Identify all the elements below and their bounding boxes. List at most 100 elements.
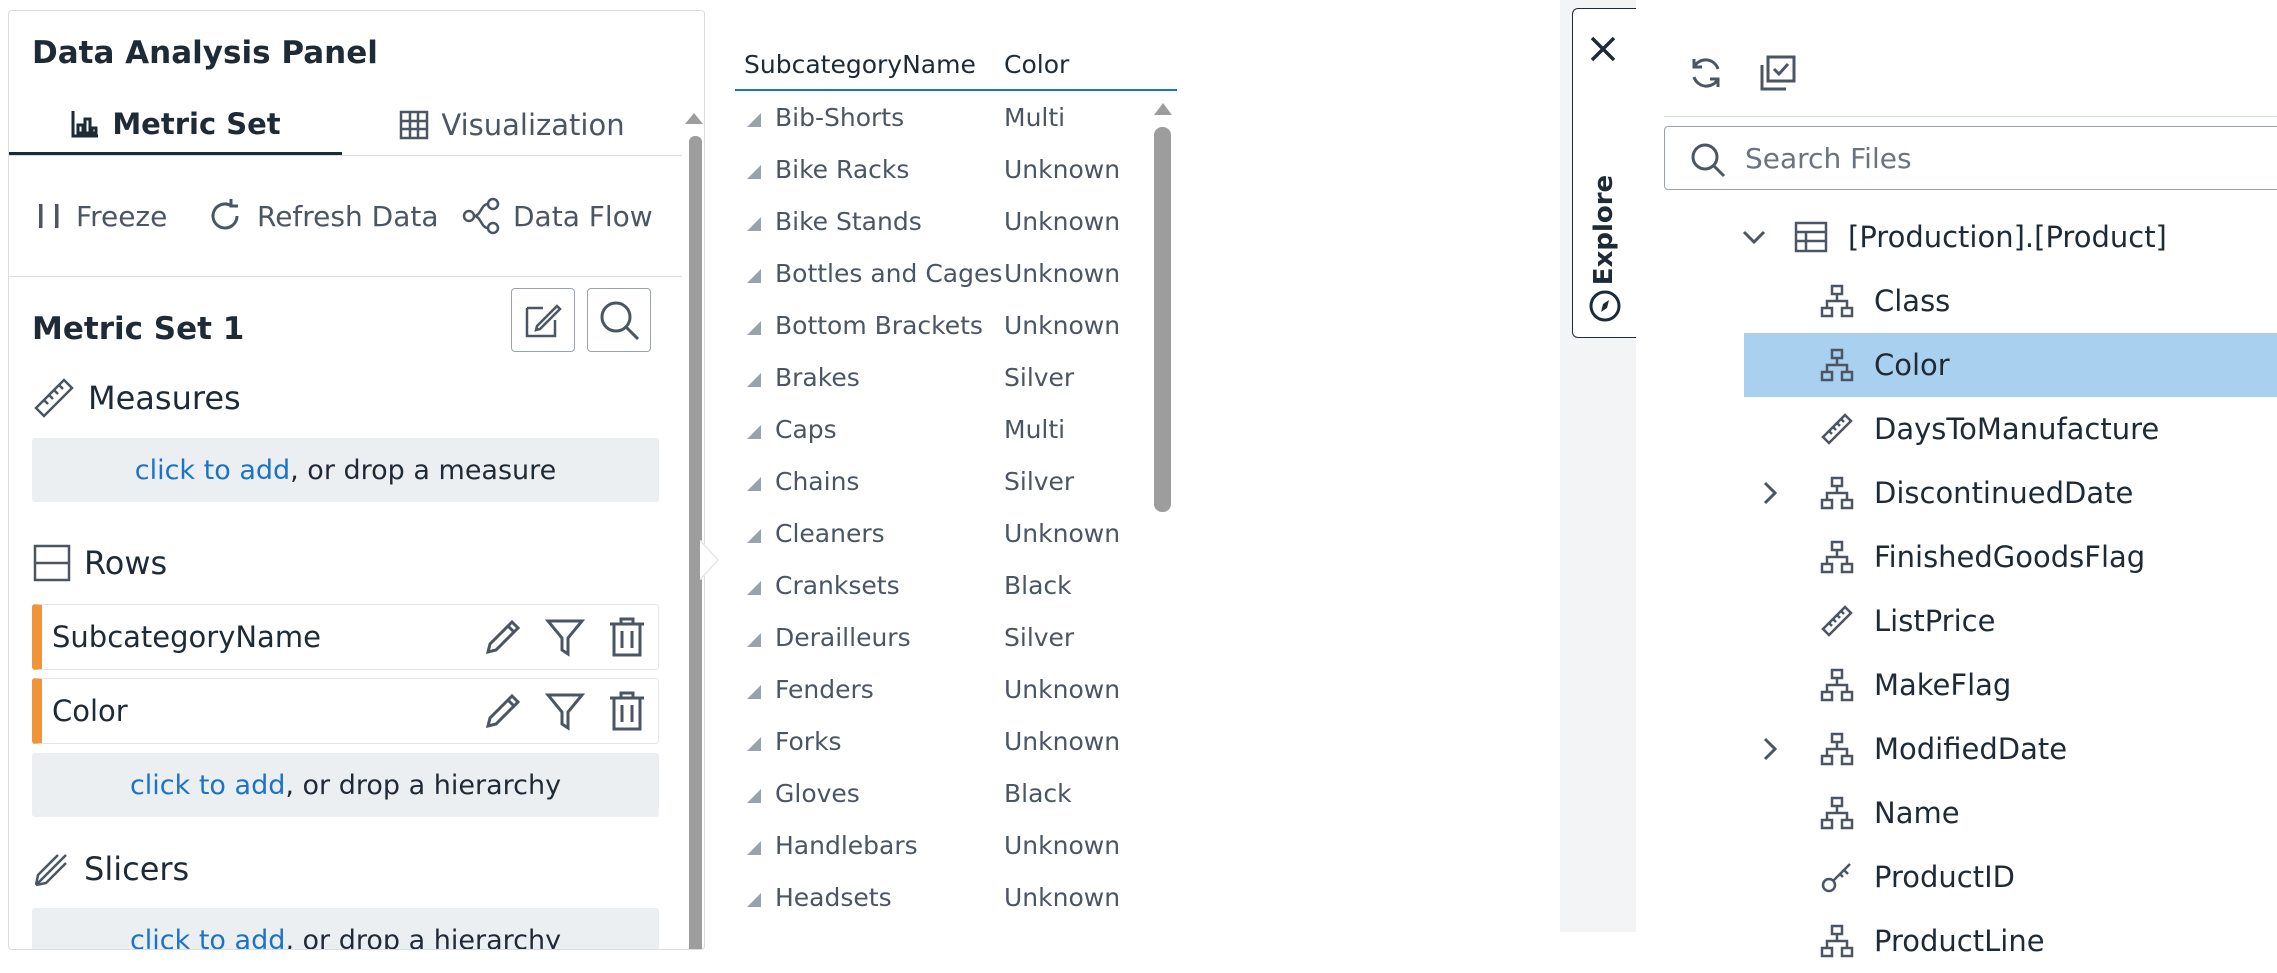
- collapse-triangle-icon[interactable]: [747, 685, 761, 699]
- tab-visualization[interactable]: Visualization: [342, 95, 682, 155]
- column-header[interactable]: SubcategoryName: [744, 50, 976, 79]
- chart-icon: [70, 109, 100, 139]
- data-flow-icon: [461, 196, 501, 236]
- table-scrollbar-thumb[interactable]: [1154, 127, 1171, 512]
- collapse-triangle-icon[interactable]: [747, 581, 761, 595]
- trash-icon[interactable]: [606, 616, 648, 658]
- tab-metric-set[interactable]: Metric Set: [9, 95, 342, 155]
- cell-color: Silver: [1004, 363, 1075, 392]
- freeze-button[interactable]: Freeze: [34, 191, 167, 241]
- search-icon: [597, 298, 641, 342]
- column-header[interactable]: Color: [1004, 50, 1069, 79]
- filter-icon[interactable]: [544, 616, 586, 658]
- cell-color: Unknown: [1004, 883, 1121, 912]
- pencil-icon[interactable]: [482, 616, 524, 658]
- table-row[interactable]: Bike Racks Unknown: [735, 145, 1145, 197]
- refresh-icon[interactable]: [1686, 53, 1726, 93]
- table-row[interactable]: Caps Multi: [735, 405, 1145, 457]
- header-underline: [735, 89, 1177, 91]
- click-to-add-link[interactable]: click to add: [130, 770, 285, 801]
- tree-item-makeflag[interactable]: MakeFlag: [1820, 653, 2011, 717]
- close-icon[interactable]: [1587, 33, 1619, 65]
- table-row[interactable]: Fenders Unknown: [735, 665, 1145, 717]
- collapse-triangle-icon[interactable]: [747, 789, 761, 803]
- slicers-drop-zone[interactable]: click to add, or drop a hierarchy: [32, 908, 659, 950]
- divider: [9, 276, 682, 277]
- tree-item-modifieddate[interactable]: ModifiedDate: [1756, 717, 2067, 781]
- select-all-icon[interactable]: [1758, 53, 1798, 93]
- table-row[interactable]: Chains Silver: [735, 457, 1145, 509]
- collapse-triangle-icon[interactable]: [747, 737, 761, 751]
- data-flow-button[interactable]: Data Flow: [461, 191, 653, 241]
- table-row[interactable]: Brakes Silver: [735, 353, 1145, 405]
- table-row[interactable]: Cleaners Unknown: [735, 509, 1145, 561]
- explore-tab[interactable]: [1572, 8, 1636, 338]
- collapse-triangle-icon[interactable]: [747, 113, 761, 127]
- tree-item-finishedgoodsflag[interactable]: FinishedGoodsFlag: [1820, 525, 2145, 589]
- collapse-triangle-icon[interactable]: [747, 893, 761, 907]
- pencil-icon[interactable]: [482, 690, 524, 732]
- hierarchy-icon: [1820, 732, 1854, 766]
- tree-item-color[interactable]: Color: [1820, 333, 1950, 397]
- table-row[interactable]: Headsets Unknown: [735, 873, 1145, 925]
- chevron-right-icon[interactable]: [1756, 479, 1784, 507]
- tab-label: Visualization: [441, 108, 625, 142]
- collapse-triangle-icon[interactable]: [747, 841, 761, 855]
- click-to-add-link[interactable]: click to add: [130, 925, 285, 950]
- collapse-triangle-icon[interactable]: [747, 321, 761, 335]
- table-row[interactable]: Handlebars Unknown: [735, 821, 1145, 873]
- cell-subcategory: Bike Racks: [775, 155, 910, 184]
- chevron-right-icon[interactable]: [1756, 735, 1784, 763]
- cell-subcategory: Bike Stands: [775, 207, 922, 236]
- cell-subcategory: Fenders: [775, 675, 874, 704]
- tree-item-productid[interactable]: ProductID: [1820, 845, 2015, 909]
- tree-item-listprice[interactable]: ListPrice: [1820, 589, 1995, 653]
- tree-item-productline[interactable]: ProductLine: [1820, 909, 2045, 973]
- collapse-triangle-icon[interactable]: [747, 477, 761, 491]
- row-field[interactable]: Color: [32, 678, 659, 744]
- row-field[interactable]: SubcategoryName: [32, 604, 659, 670]
- tree-item-class[interactable]: Class: [1820, 269, 1950, 333]
- tree-item-daystomanufacture[interactable]: DaysToManufacture: [1820, 397, 2159, 461]
- edit-metric-set-button[interactable]: [511, 288, 575, 352]
- table-row[interactable]: Forks Unknown: [735, 717, 1145, 769]
- rows-drop-zone[interactable]: click to add, or drop a hierarchy: [32, 753, 659, 817]
- tree-item-discontinueddate[interactable]: DiscontinuedDate: [1756, 461, 2133, 525]
- metric-set-title: Metric Set 1: [32, 311, 245, 347]
- refresh-data-button[interactable]: Refresh Data: [205, 191, 439, 241]
- drop-hint: , or drop a hierarchy: [285, 924, 562, 950]
- table-row[interactable]: Bottles and Cages Unknown: [735, 249, 1145, 301]
- table-row[interactable]: Derailleurs Silver: [735, 613, 1145, 665]
- hierarchy-icon: [1820, 348, 1854, 382]
- collapse-triangle-icon[interactable]: [747, 425, 761, 439]
- table-row[interactable]: Gloves Black: [735, 769, 1145, 821]
- hierarchy-icon: [1820, 476, 1854, 510]
- cell-subcategory: Bib-Shorts: [775, 103, 905, 132]
- collapse-triangle-icon[interactable]: [747, 529, 761, 543]
- table-row[interactable]: Bib-Shorts Multi: [735, 93, 1145, 145]
- edit-icon: [523, 300, 563, 340]
- scroll-up-arrow-icon[interactable]: [1151, 100, 1175, 118]
- tree-item-label: Name: [1874, 796, 1960, 830]
- drop-hint: , or drop a hierarchy: [285, 769, 562, 801]
- cell-subcategory: Forks: [775, 727, 842, 756]
- filter-icon[interactable]: [544, 690, 586, 732]
- collapse-triangle-icon[interactable]: [747, 217, 761, 231]
- chevron-down-icon[interactable]: [1740, 223, 1768, 251]
- click-to-add-link[interactable]: click to add: [135, 455, 290, 486]
- tree-item-name[interactable]: Name: [1820, 781, 1960, 845]
- trash-icon[interactable]: [606, 690, 648, 732]
- search-metric-button[interactable]: [587, 288, 651, 352]
- table-row[interactable]: Bottom Brackets Unknown: [735, 301, 1145, 353]
- collapse-triangle-icon[interactable]: [747, 269, 761, 283]
- collapse-triangle-icon[interactable]: [747, 373, 761, 387]
- hierarchy-icon: [1820, 540, 1854, 574]
- collapse-triangle-icon[interactable]: [747, 165, 761, 179]
- rows-section: Rows: [32, 543, 167, 583]
- collapse-triangle-icon[interactable]: [747, 633, 761, 647]
- table-row[interactable]: Cranksets Black: [735, 561, 1145, 613]
- table-row[interactable]: Bike Stands Unknown: [735, 197, 1145, 249]
- search-files-input[interactable]: Search Files: [1664, 126, 2277, 190]
- tree-root-item[interactable]: [Production].[Product]: [1740, 205, 2167, 269]
- measures-drop-zone[interactable]: click to add, or drop a measure: [32, 438, 659, 502]
